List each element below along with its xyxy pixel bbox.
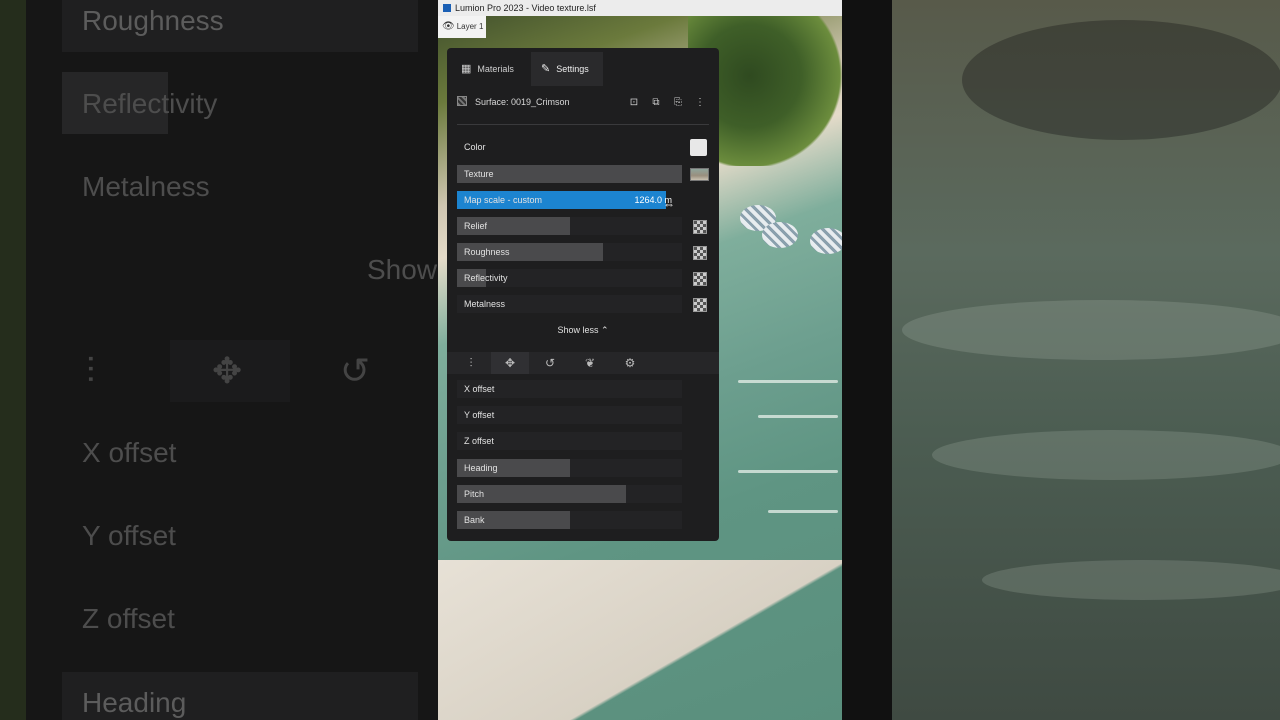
leaf-icon[interactable]: ❦ — [571, 352, 609, 374]
heading-label: Heading — [464, 463, 498, 473]
panel-tabs: ▦ Materials ✎ Settings — [447, 48, 719, 88]
surface-tools: ⊡ ⧉ ⎘ ⋮ — [621, 94, 709, 111]
bg-metalness-label: Metalness — [82, 171, 210, 202]
tab-materials-label: Materials — [477, 64, 514, 74]
beach-umbrella — [810, 228, 842, 254]
bg-z-offset-label: Z offset — [82, 603, 175, 634]
pick-material-icon[interactable]: ⊡ — [625, 95, 643, 111]
roughness-label: Roughness — [464, 247, 510, 257]
copy-icon[interactable]: ⧉ — [647, 95, 665, 111]
bg-y-offset-label: Y offset — [82, 520, 176, 551]
metalness-map-icon[interactable] — [693, 298, 707, 312]
bg-sliders-icon: ⫶ — [86, 350, 95, 391]
background-left: Roughness Reflectivity Metalness Show ⫶ … — [0, 0, 438, 720]
color-swatch[interactable] — [690, 139, 707, 156]
wave-line — [758, 415, 838, 418]
bg-wave-foam-1 — [902, 300, 1280, 360]
show-less-label: Show less — [557, 325, 599, 335]
wave-line — [738, 380, 838, 383]
bg-move-icon: ✥ — [212, 350, 243, 391]
roughness-map-icon[interactable] — [693, 246, 707, 260]
x-offset-label: X offset — [464, 384, 495, 394]
relief-label: Relief — [464, 221, 488, 231]
bg-heading-bar: Heading — [62, 672, 418, 720]
bg-wave-foam-2 — [932, 430, 1280, 480]
more-options-icon[interactable]: ⋮ — [691, 95, 709, 111]
bg-reflectivity-label: Reflectivity — [82, 88, 218, 119]
chevron-up-icon: ⌃ — [601, 325, 609, 335]
texture-thumbnail[interactable] — [690, 168, 709, 181]
reflectivity-label: Reflectivity — [464, 273, 508, 283]
z-offset-slider[interactable]: Z offset — [457, 432, 682, 450]
y-offset-label: Y offset — [464, 410, 495, 420]
color-label: Color — [464, 142, 486, 152]
background-right — [842, 0, 1280, 720]
tab-settings-label: Settings — [556, 64, 589, 74]
bg-history-icon: ↺ — [340, 350, 371, 391]
relief-map-icon[interactable] — [693, 220, 707, 234]
bg-x-offset-label: X offset — [82, 437, 177, 468]
tab-settings[interactable]: ✎ Settings — [531, 52, 603, 86]
z-offset-label: Z offset — [464, 436, 494, 446]
y-offset-slider[interactable]: Y offset — [457, 406, 682, 424]
eye-icon[interactable]: 👁 — [442, 21, 455, 32]
show-less-button[interactable]: Show less ⌃ — [447, 325, 719, 336]
lumion-app-icon — [443, 4, 451, 12]
color-row: Color — [457, 138, 682, 156]
background-edge — [0, 0, 26, 720]
title-bar: Lumion Pro 2023 - Video texture.lsf — [438, 0, 842, 16]
bank-slider[interactable]: Bank — [457, 511, 682, 529]
transform-tabs: ⫶ ✥ ↺ ❦ ⚙ — [447, 352, 719, 374]
surface-swatch-icon — [457, 96, 467, 106]
beach-lower — [438, 560, 842, 720]
texture-label: Texture — [464, 169, 494, 179]
pitch-label: Pitch — [464, 489, 485, 499]
paste-icon[interactable]: ⎘ — [669, 95, 687, 111]
map-scale-slider[interactable]: Map scale - custom 1264.0 m — [457, 191, 682, 209]
bg-wave-foam-3 — [982, 560, 1280, 600]
metalness-label: Metalness — [464, 299, 506, 309]
bg-umbrella-shadow — [962, 20, 1280, 140]
beach-umbrella — [762, 222, 798, 248]
grid-icon: ▦ — [461, 63, 472, 75]
gear-icon[interactable]: ⚙ — [611, 352, 649, 374]
metalness-slider[interactable]: Metalness — [457, 295, 682, 313]
x-offset-slider[interactable]: X offset — [457, 380, 682, 398]
move-icon[interactable]: ✥ — [491, 352, 529, 374]
divider — [457, 124, 709, 125]
map-scale-label: Map scale - custom — [464, 195, 543, 205]
roughness-slider[interactable]: Roughness — [457, 243, 682, 261]
material-settings-panel: ▦ Materials ✎ Settings Surface: 0019_Crims… — [447, 48, 719, 541]
bg-roughness-bar: Roughness — [62, 0, 418, 52]
wave-line — [738, 470, 838, 473]
background-right-edge — [842, 0, 892, 720]
layer-label: Layer 1 — [456, 22, 484, 31]
history-icon[interactable]: ↺ — [531, 352, 569, 374]
tab-materials[interactable]: ▦ Materials — [461, 52, 531, 86]
texture-row[interactable]: Texture — [457, 165, 682, 183]
wave-line — [768, 510, 838, 513]
bg-show-label: Show — [367, 254, 438, 285]
reflectivity-slider[interactable]: Reflectivity — [457, 269, 682, 287]
pencil-icon: ✎ — [541, 63, 551, 75]
relief-slider[interactable]: Relief — [457, 217, 682, 235]
surface-header: Surface: 0019_Crimson ⊡ ⧉ ⎘ ⋮ — [457, 94, 709, 110]
surface-name: Surface: 0019_Crimson — [475, 97, 570, 107]
bank-label: Bank — [464, 515, 485, 525]
heading-slider[interactable]: Heading — [457, 459, 682, 477]
reflectivity-map-icon[interactable] — [693, 272, 707, 286]
map-scale-value: 1264.0 m — [634, 195, 672, 205]
sliders-icon[interactable]: ⫶ — [452, 352, 490, 374]
pitch-slider[interactable]: Pitch — [457, 485, 682, 503]
window-title: Lumion Pro 2023 - Video texture.lsf — [455, 3, 596, 13]
layer-tab[interactable]: 👁 Layer 1 — [438, 16, 486, 38]
